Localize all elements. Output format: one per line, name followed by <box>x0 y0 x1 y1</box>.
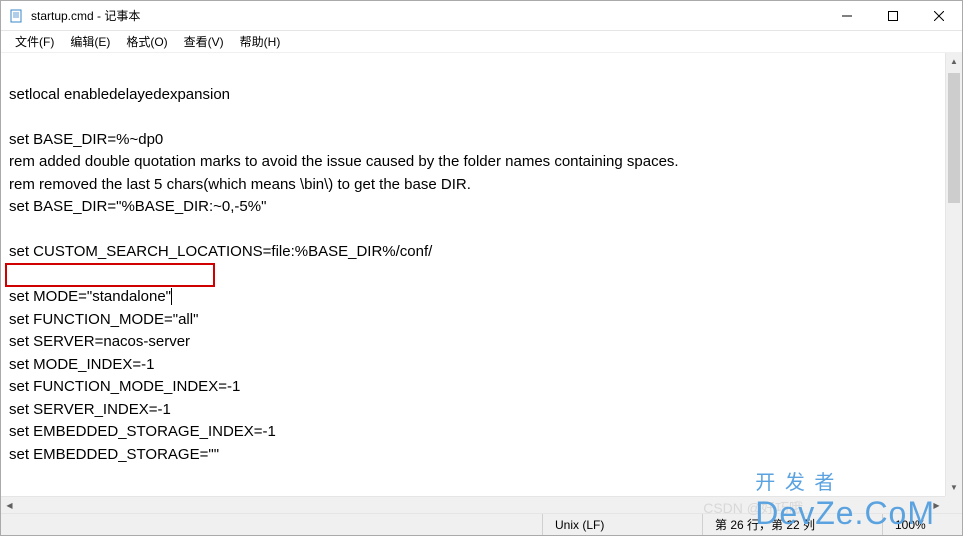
text-line: setlocal enabledelayedexpansion <box>9 86 230 103</box>
text-line: set FUNCTION_MODE_INDEX=-1 <box>9 378 240 395</box>
text-line: set EMBEDDED_STORAGE="" <box>9 446 219 463</box>
content-wrapper: setlocal enabledelayedexpansion set BASE… <box>1 53 962 496</box>
menu-file[interactable]: 文件(F) <box>7 31 62 52</box>
window-controls <box>824 1 962 30</box>
text-line: set BASE_DIR="%BASE_DIR:~0,-5%" <box>9 198 266 215</box>
maximize-button[interactable] <box>870 1 916 30</box>
text-line-highlighted: set MODE="standalone" <box>9 288 172 305</box>
statusbar: Unix (LF) 第 26 行，第 22 列 100% <box>1 513 962 535</box>
menu-format[interactable]: 格式(O) <box>118 31 175 52</box>
window-title: startup.cmd - 记事本 <box>31 7 824 24</box>
minimize-button[interactable] <box>824 1 870 30</box>
horizontal-scrollbar[interactable]: ◀ ▶ <box>1 496 945 513</box>
text-line: set MODE_INDEX=-1 <box>9 356 154 373</box>
text-cursor <box>171 288 172 305</box>
text-line: set BASE_DIR=%~dp0 <box>9 131 163 148</box>
scroll-down-arrow[interactable]: ▼ <box>946 479 962 496</box>
text-line: rem removed the last 5 chars(which means… <box>9 176 471 193</box>
menubar: 文件(F) 编辑(E) 格式(O) 查看(V) 帮助(H) <box>1 31 962 53</box>
titlebar[interactable]: startup.cmd - 记事本 <box>1 1 962 31</box>
scroll-track-horizontal[interactable] <box>18 497 928 513</box>
vertical-scrollbar[interactable]: ▲ ▼ <box>945 53 962 496</box>
close-button[interactable] <box>916 1 962 30</box>
highlight-box <box>5 263 215 287</box>
scroll-left-arrow[interactable]: ◀ <box>1 497 18 513</box>
scroll-thumb-vertical[interactable] <box>948 73 960 203</box>
text-line: set SERVER=nacos-server <box>9 333 190 350</box>
text-line: set EMBEDDED_STORAGE_INDEX=-1 <box>9 423 276 440</box>
text-content: set MODE="standalone" <box>9 288 171 305</box>
text-line: set FUNCTION_MODE="all" <box>9 311 198 328</box>
scroll-right-arrow[interactable]: ▶ <box>928 497 945 513</box>
menu-edit[interactable]: 编辑(E) <box>62 31 118 52</box>
scroll-up-arrow[interactable]: ▲ <box>946 53 962 70</box>
text-line: set SERVER_INDEX=-1 <box>9 401 171 418</box>
app-icon <box>9 8 25 24</box>
menu-view[interactable]: 查看(V) <box>176 31 232 52</box>
scroll-corner <box>945 496 962 513</box>
text-line: rem added double quotation marks to avoi… <box>9 153 679 170</box>
menu-help[interactable]: 帮助(H) <box>232 31 289 52</box>
notepad-window: startup.cmd - 记事本 文件(F) 编辑(E) 格式(O) 查看(V… <box>0 0 963 536</box>
editor-area[interactable]: setlocal enabledelayedexpansion set BASE… <box>1 53 945 496</box>
text-line: set CUSTOM_SEARCH_LOCATIONS=file:%BASE_D… <box>9 243 432 260</box>
status-eol: Unix (LF) <box>542 514 702 535</box>
bottom-scroll-row: ◀ ▶ <box>1 496 962 513</box>
status-position: 第 26 行，第 22 列 <box>702 514 882 535</box>
status-zoom: 100% <box>882 514 962 535</box>
